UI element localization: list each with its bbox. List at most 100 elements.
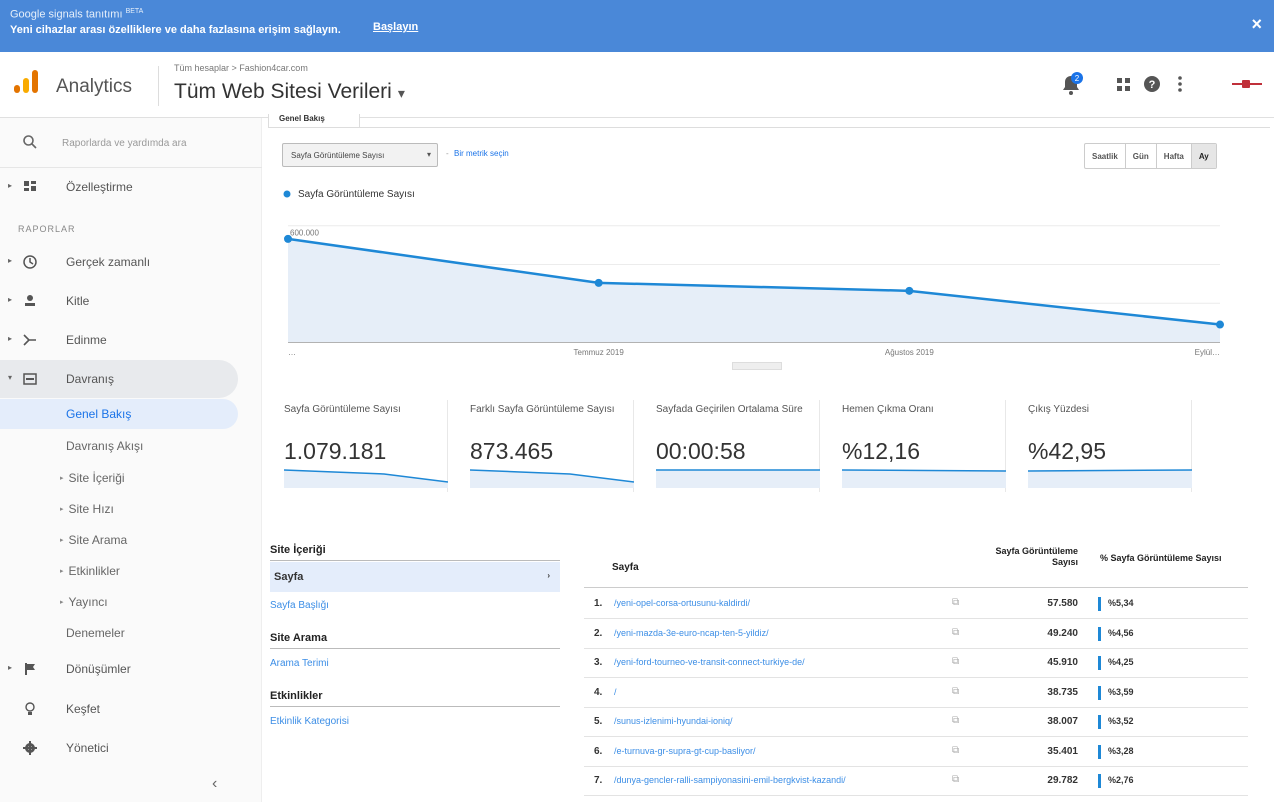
granularity-day-button[interactable]: Gün [1126, 144, 1157, 168]
page-link[interactable]: /dunya-gencler-ralli-sampiyonasini-emil-… [614, 775, 846, 785]
table-row: 1. /yeni-opel-corsa-ortusunu-kaldirdi/ ⧉ 57… [584, 590, 1248, 619]
scorecard-sparkline [284, 469, 448, 488]
add-metric-link[interactable]: Bir metrik seçin [454, 149, 509, 158]
analytics-logo-icon[interactable] [12, 68, 40, 101]
scorecard-exit-rate[interactable]: Çıkış Yüzdesi %42,95 [1006, 400, 1192, 492]
granularity-week-button[interactable]: Hafta [1157, 144, 1192, 168]
view-selector[interactable]: Tüm Web Sitesi Verileri ▾ [174, 80, 405, 104]
account-breadcrumb[interactable]: Tüm hesaplar > Fashion4car.com [174, 63, 308, 73]
dimension-page-title[interactable]: Sayfa Başlığı [270, 600, 329, 611]
page-link[interactable]: /sunus-izlenimi-hyundai-ioniq/ [614, 716, 733, 726]
chart-point[interactable] [1216, 320, 1224, 329]
sidebar-item-label: ▸ Site İçeriği [60, 471, 125, 485]
sidebar-item-label: Davranış Akışı [66, 439, 144, 453]
column-pageviews-pct[interactable]: % Sayfa Görüntüleme Sayısı [1100, 553, 1240, 564]
sidebar-item-acquisition[interactable]: ▸ Edinme [0, 321, 238, 359]
open-external-icon[interactable]: ⧉ [952, 597, 959, 608]
sidebar-search[interactable]: Raporlarda ve yardımda ara [0, 118, 262, 168]
chart-point[interactable] [905, 286, 914, 295]
granularity-month-button[interactable]: Ay [1191, 144, 1216, 168]
pageviews-value: 57.580 [1047, 598, 1078, 609]
pageviews-value: 29.782 [1047, 775, 1078, 786]
svg-text:?: ? [1149, 79, 1156, 91]
dimension-event-category[interactable]: Etkinlik Kategorisi [270, 716, 349, 727]
chart-resize-handle[interactable] [732, 362, 782, 370]
pct-bar [1098, 685, 1101, 700]
sidebar: Raporlarda ve yardımda ara ▸ Özelleştirm… [0, 118, 262, 802]
pageviews-value: 49.240 [1047, 627, 1078, 639]
scorecard-pageviews[interactable]: Sayfa Görüntüleme Sayısı 1.079.181 [262, 400, 448, 492]
sidebar-item-publisher[interactable]: ▸ Yayıncı [0, 587, 238, 617]
sidebar-item-label: Edinme [66, 333, 107, 347]
notifications-icon[interactable]: 2 [1058, 72, 1083, 96]
tab-overview[interactable]: Genel Bakış [268, 114, 360, 128]
open-external-icon[interactable]: ⧉ [952, 627, 959, 638]
scorecard-unique-pageviews[interactable]: Farklı Sayfa Görüntüleme Sayısı 873.465 [448, 400, 634, 492]
gear-icon [22, 740, 38, 761]
sidebar-item-conversions[interactable]: ▸ Dönüşümler [0, 650, 238, 688]
metric-dropdown[interactable]: Sayfa Görüntüleme Sayısı ▾ [282, 143, 438, 167]
vs-separator: - [446, 149, 449, 158]
behavior-icon [22, 371, 38, 392]
chevron-down-icon: ▾ [426, 150, 431, 159]
sidebar-item-discover[interactable]: Keşfet [0, 690, 238, 728]
chevron-right-icon: › [547, 571, 550, 580]
sidebar-item-audience[interactable]: ▸ Kitle [0, 282, 238, 320]
scorecard-value: %42,95 [1028, 438, 1107, 464]
sidebar-item-site-speed[interactable]: ▸ Site Hızı [0, 494, 238, 524]
open-external-icon[interactable]: ⧉ [952, 656, 959, 667]
more-vert-icon[interactable] [1168, 72, 1192, 96]
scorecard-avg-time[interactable]: Sayfada Geçirilen Ortalama Süre 00:00:58 [634, 400, 820, 492]
pct-value: %3,28 [1108, 745, 1134, 756]
banner-close-icon[interactable]: × [1251, 14, 1262, 35]
sidebar-item-experiments[interactable]: Denemeler [0, 618, 238, 648]
column-page[interactable]: Sayfa [612, 562, 639, 573]
help-icon[interactable]: ? [1140, 72, 1164, 96]
table-row: 5. /sunus-izlenimi-hyundai-ioniq/ ⧉ 38.007%… [584, 708, 1248, 737]
sidebar-item-customization[interactable]: ▸ Özelleştirme [0, 168, 238, 206]
open-external-icon[interactable]: ⧉ [952, 715, 959, 726]
sidebar-item-events[interactable]: ▸ Etkinlikler [0, 556, 238, 586]
pct-bar [1098, 744, 1101, 759]
page-link[interactable]: /yeni-mazda-3e-euro-ncap-ten-5-yildiz/ [614, 628, 769, 638]
column-pageviews[interactable]: Sayfa Görüntüleme Sayısı [982, 546, 1078, 568]
chart-point[interactable] [594, 278, 603, 287]
page-link[interactable]: /yeni-opel-corsa-ortusunu-kaldirdi/ [614, 598, 750, 608]
page-link[interactable]: /e-turnuva-gr-supra-gt-cup-basliyor/ [614, 746, 756, 756]
sidebar-item-realtime[interactable]: ▸ Gerçek zamanlı [0, 243, 238, 281]
sidebar-item-site-content[interactable]: ▸ Site İçeriği [0, 463, 238, 493]
pct-bar [1098, 656, 1101, 670]
beta-badge: BETA [125, 8, 144, 15]
flag-icon [22, 661, 38, 682]
sidebar-item-behavior[interactable]: ▾ Davranış [0, 360, 238, 398]
sidebar-item-admin[interactable]: Yönetici [0, 729, 238, 767]
sidebar-item-site-search[interactable]: ▸ Site Arama [0, 525, 238, 555]
sidebar-item-behavior-flow[interactable]: Davranış Akışı [0, 431, 238, 461]
banner-start-link[interactable]: Başlayın [373, 21, 418, 33]
scorecard-label: Sayfa Görüntüleme Sayısı [284, 404, 401, 415]
granularity-hourly-button[interactable]: Saatlik [1085, 144, 1126, 168]
dimension-search-term[interactable]: Arama Terimi [270, 658, 329, 669]
scorecard-value: %12,16 [842, 438, 921, 464]
sidebar-item-label: Denemeler [66, 626, 125, 640]
open-external-icon[interactable]: ⧉ [952, 686, 959, 697]
header-bar: Analytics Tüm hesaplar > Fashion4car.com… [0, 52, 1274, 118]
apps-grid-icon[interactable] [1112, 72, 1136, 96]
y-tick-label: 600.000 [290, 229, 319, 238]
reports-heading: RAPORLAR [18, 224, 76, 234]
pct-value: %3,59 [1108, 686, 1134, 697]
scorecard-sparkline [1028, 469, 1192, 488]
lightbulb-icon [22, 701, 38, 722]
account-avatar-icon[interactable] [1230, 72, 1264, 96]
dimension-page[interactable]: Sayfa › [270, 562, 560, 592]
page-link[interactable]: / [614, 687, 617, 697]
sidebar-item-overview[interactable]: Genel Bakış [0, 399, 238, 429]
open-external-icon[interactable]: ⧉ [952, 774, 959, 785]
sidebar-item-label: Yönetici [66, 741, 109, 755]
collapse-sidebar-icon[interactable]: ‹ [212, 775, 217, 793]
page-link[interactable]: /yeni-ford-tourneo-ve-transit-connect-tu… [614, 657, 805, 667]
pct-value: %5,34 [1108, 598, 1134, 608]
open-external-icon[interactable]: ⧉ [952, 745, 959, 756]
chart-point[interactable] [284, 234, 292, 243]
scorecard-bounce-rate[interactable]: Hemen Çıkma Oranı %12,16 [820, 400, 1006, 492]
